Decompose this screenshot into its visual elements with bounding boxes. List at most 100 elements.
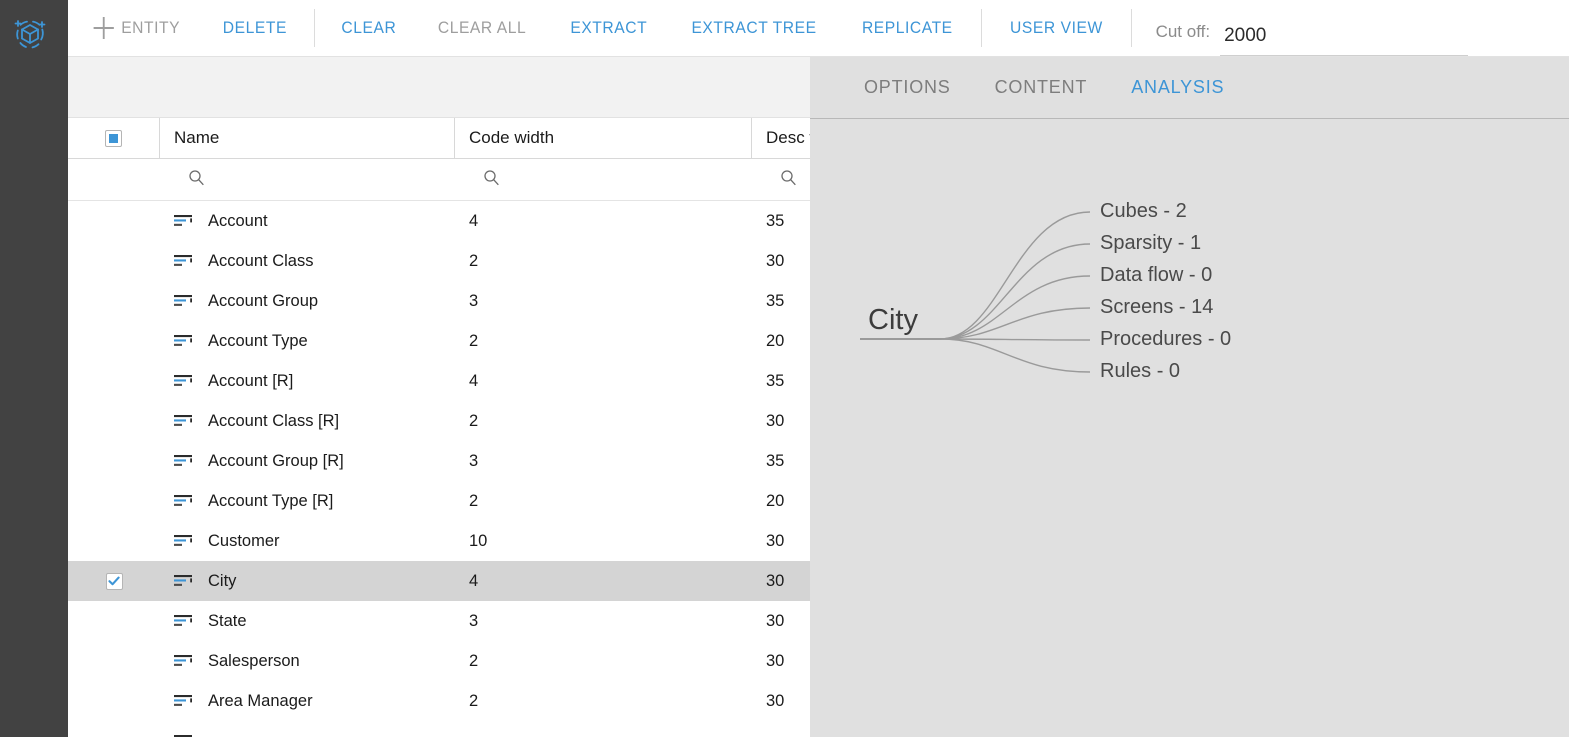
row-name-cell: State [160, 612, 455, 631]
row-desc-width-cell: 30 [766, 531, 785, 550]
table-row[interactable]: Account 4 35 [68, 201, 810, 241]
row-code-width-cell: 4 [469, 211, 479, 230]
row-name-label: Account Class [R] [208, 411, 340, 430]
tree-leaf-label[interactable]: Procedures - 0 [1100, 328, 1231, 351]
record-lines-icon [174, 613, 196, 629]
filter-desc-width-cell[interactable] [752, 159, 810, 201]
row-name-cell: Customer [160, 532, 455, 551]
row-name-cell [160, 733, 455, 737]
extract-button[interactable]: EXTRACT [553, 0, 663, 56]
cutoff-input[interactable] [1220, 25, 1469, 49]
extract-tree-button[interactable]: EXTRACT TREE [675, 0, 833, 56]
grid-header-row: Name Code width Desc w [68, 118, 810, 159]
row-name-label: Account [208, 211, 268, 230]
tree-leaf-label[interactable]: Screens - 14 [1100, 296, 1213, 319]
table-row[interactable]: Account Class [R] 2 30 [68, 401, 810, 441]
record-lines-icon [174, 493, 196, 509]
plus-icon [93, 17, 114, 39]
table-row[interactable]: Customer 10 30 [68, 521, 810, 561]
row-select-cell [68, 572, 160, 590]
table-row[interactable]: City 4 30 [68, 561, 810, 601]
table-row[interactable]: State 3 30 [68, 601, 810, 641]
row-code-width-cell: 2 [469, 691, 479, 710]
record-lines-icon [174, 653, 196, 669]
tree-root-label[interactable]: City [868, 304, 918, 337]
row-name-label: Account Type [208, 331, 308, 350]
row-code-width-cell: 3 [469, 291, 479, 310]
tree-leaf-label[interactable]: Sparsity - 1 [1100, 232, 1201, 255]
row-desc-width-cell: 35 [766, 451, 785, 470]
add-entity-button[interactable]: ENTITY [73, 0, 196, 56]
row-desc-width-cell: 30 [766, 571, 785, 590]
filter-name-cell[interactable] [160, 159, 455, 201]
row-name-label: Account Group [208, 291, 319, 310]
table-row[interactable]: Account Type [R] 2 20 [68, 481, 810, 521]
tab-analysis[interactable]: ANALYSIS [1109, 77, 1246, 98]
grid-body: Account 4 35 Account Class 2 30 Account Group 3… [68, 201, 810, 737]
user-view-button[interactable]: USER VIEW [993, 0, 1119, 56]
row-desc-width-cell: 30 [766, 411, 785, 430]
row-name-cell: Account Group [R] [160, 452, 455, 471]
row-name-cell: Area Manager [160, 692, 455, 711]
clear-button[interactable]: CLEAR [325, 0, 413, 56]
record-lines-icon [174, 333, 196, 349]
replicate-button[interactable]: REPLICATE [846, 0, 970, 56]
tab-content[interactable]: CONTENT [973, 77, 1110, 98]
tree-leaf-label[interactable]: Data flow - 0 [1100, 264, 1212, 287]
toolbar-divider-1 [313, 9, 315, 47]
row-desc-width-cell: 30 [766, 651, 785, 670]
row-desc-width-cell: 30 [766, 251, 785, 270]
table-row[interactable]: Area Manager 2 30 [68, 681, 810, 721]
grid-header-desc-width[interactable]: Desc w [752, 118, 810, 159]
row-code-width-cell: 3 [469, 611, 479, 630]
table-row[interactable]: Account Group [R] 3 35 [68, 441, 810, 481]
cutoff-field[interactable] [1220, 25, 1469, 56]
row-code-width-cell: 2 [469, 491, 479, 510]
tree-leaf-label[interactable]: Rules - 0 [1100, 360, 1180, 383]
row-name-cell: Account Type [160, 332, 455, 351]
row-name-label: Area Manager [208, 691, 313, 710]
row-desc-width-cell: 35 [766, 211, 785, 230]
main-toolbar: ENTITY DELETE CLEAR CLEAR ALL EXTRACT EX… [68, 0, 1569, 57]
grid-header-code-width[interactable]: Code width [455, 118, 752, 159]
checkbox-indeterminate-icon[interactable] [105, 129, 122, 147]
record-lines-icon [174, 373, 196, 389]
toolbar-divider-2 [980, 9, 982, 47]
record-lines-icon [174, 213, 196, 229]
grid-header-name[interactable]: Name [160, 118, 455, 159]
analysis-tree: City Cubes - 2 Sparsity - 1 Data flow - 0 S… [810, 119, 1569, 736]
row-code-width-cell: 4 [469, 571, 479, 590]
panel-tab-bar: OPTIONS CONTENT ANALYSIS [810, 57, 1569, 119]
table-row[interactable]: Account Type 2 20 [68, 321, 810, 361]
table-row[interactable]: Salesperson 2 30 [68, 641, 810, 681]
search-icon[interactable] [483, 169, 500, 191]
analysis-panel: OPTIONS CONTENT ANALYSIS City Cubes - 2 Spa… [810, 57, 1569, 737]
table-row[interactable]: Account [R] 4 35 [68, 361, 810, 401]
row-name-label: City [208, 571, 237, 590]
delete-button[interactable]: DELETE [206, 0, 303, 56]
search-icon[interactable] [188, 169, 205, 191]
search-icon[interactable] [780, 169, 797, 191]
row-code-width-cell: 2 [469, 411, 479, 430]
row-name-cell: Account Group [160, 292, 455, 311]
row-code-width-cell: 2 [469, 651, 479, 670]
entity-grid: Name Code width Desc w [68, 118, 810, 737]
table-row[interactable]: Account Class 2 30 [68, 241, 810, 281]
table-row[interactable]: Account Group 3 35 [68, 281, 810, 321]
checkbox-checked-icon[interactable] [105, 572, 123, 590]
tree-leaf-label[interactable]: Cubes - 2 [1100, 200, 1187, 223]
cube-sparkle-logo-icon[interactable] [8, 12, 52, 56]
row-name-label: Customer [208, 531, 280, 550]
row-name-cell: Account Type [R] [160, 492, 455, 511]
row-name-cell: City [160, 572, 455, 591]
row-name-cell: Account [R] [160, 372, 455, 391]
record-lines-icon [174, 573, 196, 589]
row-name-label: State [208, 611, 247, 630]
grid-header-select-all-cell [68, 118, 160, 159]
row-code-width-cell: 4 [469, 371, 479, 390]
tab-options[interactable]: OPTIONS [842, 77, 973, 98]
record-lines-icon [174, 293, 196, 309]
filter-code-width-cell[interactable] [455, 159, 752, 201]
clear-all-button[interactable]: CLEAR ALL [422, 0, 544, 56]
table-row[interactable] [68, 721, 810, 737]
